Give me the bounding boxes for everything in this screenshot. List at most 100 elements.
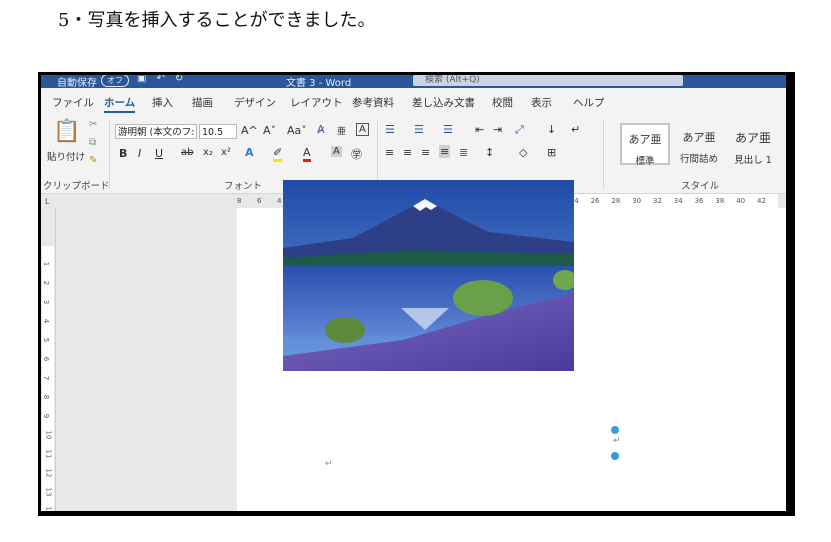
shading-icon[interactable]: ◇ <box>519 146 527 159</box>
resize-handle-icon[interactable] <box>611 452 619 460</box>
search-input[interactable]: 検索 (Alt+Q) <box>413 75 683 86</box>
increase-indent-icon[interactable]: ⇥ <box>493 123 502 136</box>
grow-font-button[interactable]: A^ <box>241 124 258 137</box>
decrease-indent-icon[interactable]: ⇤ <box>475 123 484 136</box>
font-color-icon[interactable]: A <box>303 146 311 162</box>
ruler-tick-label: 2 <box>42 280 51 286</box>
ruler-tick-label: 12 <box>44 468 53 478</box>
tab-selector[interactable]: L <box>45 197 49 206</box>
copy-icon[interactable]: ⧉ <box>89 137 96 148</box>
tab-mailings[interactable]: 差し込み文書 <box>412 95 475 110</box>
document-title: 文書 3 - Word <box>286 78 352 89</box>
ruler-tick-label: 42 <box>757 197 766 205</box>
clipboard-group-label: クリップボード <box>43 181 110 192</box>
tab-home[interactable]: ホーム <box>104 95 136 113</box>
caption-text: 5・写真を挿入することができました。 <box>58 10 376 31</box>
tab-review[interactable]: 校閲 <box>492 95 513 110</box>
autosave-label: 自動保存 <box>57 78 97 89</box>
tab-file[interactable]: ファイル <box>52 95 94 110</box>
bold-button[interactable]: B <box>119 147 127 160</box>
font-name-combo[interactable]: 游明朝 (本文のフ: <box>115 124 197 139</box>
ruler-tick-label: 8 <box>237 197 242 205</box>
align-left-icon[interactable]: ≡ <box>385 146 394 159</box>
italic-button[interactable]: I <box>138 147 141 160</box>
ruler-tick-label: 28 <box>611 197 621 205</box>
ruler-tick-label: 13 <box>44 487 53 497</box>
style-no-spacing[interactable]: あア亜 行間詰め <box>674 123 724 165</box>
autosave-toggle[interactable]: オフ <box>101 75 129 87</box>
style-name: 見出し 1 <box>734 155 772 166</box>
line-spacing-icon[interactable]: ↕ <box>485 146 494 159</box>
ribbon-tabs: ファイル ホーム 挿入 描画 デザイン レイアウト 参考資料 差し込み文書 校閲… <box>41 88 786 115</box>
ruler-tick-label: 26 <box>590 197 600 205</box>
distribute-icon[interactable]: ≣ <box>459 146 468 159</box>
redo-icon[interactable]: ↻ <box>175 75 193 84</box>
font-size-combo[interactable]: 10.5 <box>199 124 237 139</box>
numbering-icon[interactable]: ☰ <box>414 123 424 136</box>
shrink-font-button[interactable]: A˅ <box>263 124 276 137</box>
justify-icon[interactable]: ≡ <box>439 145 451 158</box>
save-icon[interactable]: ▣ <box>137 75 156 84</box>
font-group-label: フォント <box>224 181 263 192</box>
group-divider <box>603 121 604 189</box>
cut-icon[interactable]: ✂ <box>89 119 97 130</box>
ruler-tick-label: 14 <box>44 506 53 511</box>
align-right-icon[interactable]: ≡ <box>421 146 430 159</box>
tab-layout[interactable]: レイアウト <box>290 95 343 110</box>
ruler-tick-label: 40 <box>736 197 746 205</box>
vertical-ruler[interactable]: 1 2 3 4 5 6 7 8 9 10 11 12 13 14 <box>41 208 56 511</box>
ruler-tick-label: 8 <box>42 394 51 400</box>
fuji-photo <box>283 180 574 371</box>
ruler-tick-label: 38 <box>715 197 725 205</box>
group-divider <box>109 121 110 189</box>
resize-handle-icon[interactable] <box>611 426 619 434</box>
text-direction-icon[interactable]: ⤢ <box>515 123 524 137</box>
phonetic-guide-icon[interactable]: 亜 <box>337 124 346 137</box>
character-border-icon[interactable]: A <box>356 123 369 136</box>
paragraph-mark: ↵ <box>613 436 621 446</box>
paste-button[interactable]: 貼り付け <box>47 149 85 163</box>
tab-view[interactable]: 表示 <box>531 95 552 110</box>
ruler-tick-label: 32 <box>653 197 662 205</box>
quick-access-toolbar: ▣↶↻ <box>137 75 193 84</box>
multilevel-list-icon[interactable]: ☰ <box>443 123 453 136</box>
superscript-button[interactable]: x² <box>221 147 231 158</box>
change-case-button[interactable]: Aa˅ <box>287 124 307 137</box>
styles-group-label: スタイル <box>681 181 720 192</box>
strikethrough-button[interactable]: ab <box>181 147 193 158</box>
underline-button[interactable]: U <box>155 147 163 160</box>
subscript-button[interactable]: x₂ <box>203 147 213 158</box>
tab-help[interactable]: ヘルプ <box>573 95 605 110</box>
ruler-tick-label: 9 <box>42 413 51 419</box>
tab-draw[interactable]: 描画 <box>192 95 213 110</box>
text-effects-icon[interactable]: A <box>245 146 254 159</box>
tab-design[interactable]: デザイン <box>234 95 276 110</box>
sort-icon[interactable]: ↓ <box>547 123 556 136</box>
show-marks-icon[interactable]: ↵ <box>571 123 580 136</box>
style-name: 標準 <box>635 156 655 167</box>
ruler-tick-label: 30 <box>632 197 642 205</box>
style-sample: あア亜 <box>628 133 662 146</box>
undo-icon[interactable]: ↶ <box>156 75 174 84</box>
bullets-icon[interactable]: ☰ <box>385 123 395 136</box>
borders-icon[interactable]: ⊞ <box>547 146 556 159</box>
style-normal[interactable]: あア亜 標準 <box>620 123 670 167</box>
tab-insert[interactable]: 挿入 <box>152 95 173 110</box>
clear-formatting-icon[interactable]: A̷ <box>317 123 325 136</box>
search-placeholder: 検索 (Alt+Q) <box>425 75 480 85</box>
style-heading-1[interactable]: あア亜 見出し 1 <box>728 123 778 166</box>
ruler-tick-label: 5 <box>42 337 51 343</box>
format-painter-icon[interactable]: ✎ <box>89 155 97 166</box>
align-center-icon[interactable]: ≡ <box>403 146 412 159</box>
ruler-tick-label: 6 <box>42 356 51 362</box>
character-shading-icon[interactable]: A <box>331 146 342 157</box>
ruler-tick-label: 11 <box>44 449 53 459</box>
inserted-picture[interactable] <box>283 180 574 371</box>
highlight-icon[interactable]: ✐ <box>273 146 283 162</box>
enclose-characters-icon[interactable]: ㊫ <box>351 146 362 162</box>
tab-references[interactable]: 参考資料 <box>352 95 394 110</box>
paste-icon[interactable]: 📋 <box>53 119 80 144</box>
ruler-tick-label: 10 <box>44 430 53 440</box>
ruler-tick-label: 4 <box>277 197 282 205</box>
ruler-tick-label: 4 <box>42 318 51 324</box>
